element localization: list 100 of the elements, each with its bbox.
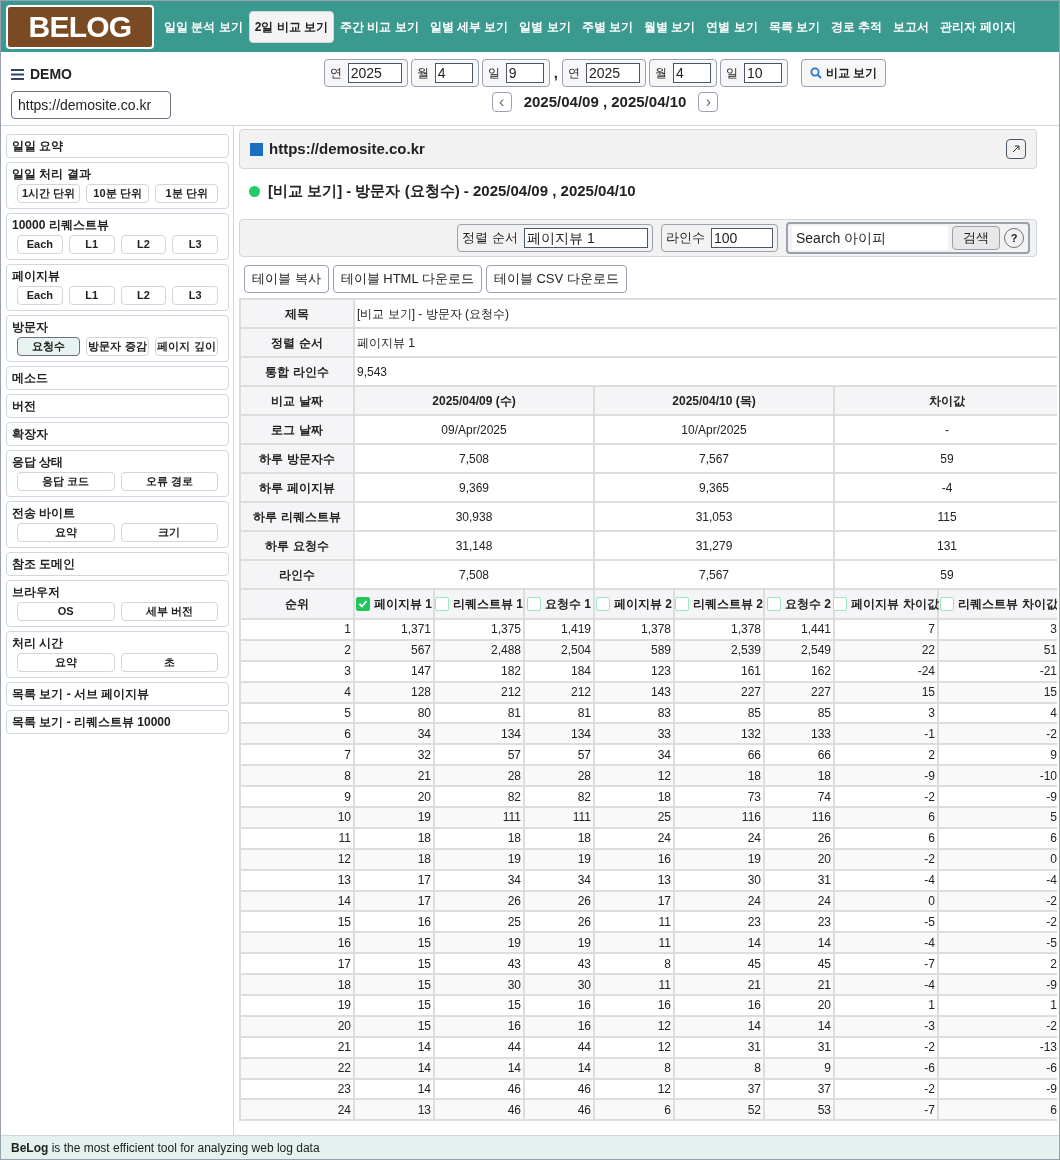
sidebar-button[interactable]: 페이지 깊이	[155, 337, 218, 356]
table-cell: 20	[764, 995, 834, 1016]
table-cell: 143	[594, 681, 674, 703]
column-checkbox[interactable]	[675, 597, 689, 611]
table-cell: 16	[434, 1015, 524, 1037]
row-header: 라인수	[240, 560, 354, 589]
belog-logo[interactable]: BELOG	[6, 4, 154, 49]
sidebar-button[interactable]: Each	[17, 286, 63, 305]
site-menu-label[interactable]: DEMO	[30, 64, 72, 85]
sidebar-button[interactable]: 세부 버전	[120, 602, 218, 621]
column-header: 요청수 2	[785, 596, 831, 613]
sidebar-section-title[interactable]: 10000 리퀘스트뷰	[12, 217, 223, 233]
table-cell: 9,369	[354, 473, 594, 502]
sidebar-section-title[interactable]: 일일 요약	[12, 138, 223, 154]
table-cell: 16	[524, 1015, 594, 1037]
lines-label: 라인수	[666, 229, 705, 248]
table-cell: 128	[354, 681, 434, 703]
table-cell: 589	[594, 639, 674, 661]
sidebar-section-title[interactable]: 페이지뷰	[12, 268, 223, 284]
sidebar-button[interactable]: 오류 경로	[120, 472, 218, 491]
compare-button[interactable]: 비교 보기	[800, 59, 887, 87]
table-cell: 21	[240, 1036, 354, 1058]
column-header: 페이지뷰 1	[374, 596, 432, 613]
date-field[interactable]: 9	[505, 63, 544, 83]
column-checkbox[interactable]	[527, 597, 541, 611]
sidebar-section-title[interactable]: 버전	[12, 398, 223, 414]
sidebar-button[interactable]: 방문자 증감	[86, 337, 149, 356]
sidebar-section-title[interactable]: 메소드	[12, 370, 223, 386]
table-cell: 1,419	[524, 619, 594, 640]
column-checkbox[interactable]	[833, 597, 848, 611]
sidebar-button[interactable]: 초	[120, 653, 218, 672]
table-cell: 31,148	[354, 531, 594, 560]
date-field[interactable]: 2025	[585, 63, 640, 83]
sidebar-button[interactable]: L3	[172, 286, 218, 305]
sidebar-section-title[interactable]: 응답 상태	[12, 454, 223, 470]
search-field[interactable]: Search 아이피	[792, 226, 948, 250]
date-separator: ,	[552, 62, 559, 83]
sidebar-button[interactable]: 요약	[17, 653, 115, 672]
sidebar-button[interactable]: L3	[172, 235, 218, 254]
sidebar-button[interactable]: L2	[120, 286, 167, 305]
table-cell: 20	[764, 848, 834, 870]
column-checkbox[interactable]	[356, 597, 370, 611]
sidebar-button[interactable]: L2	[120, 235, 167, 254]
table-cell: 31	[764, 1036, 834, 1058]
site-field[interactable]: https://demosite.co.kr	[11, 91, 171, 119]
sort-field[interactable]: 페이지뷰 1	[524, 228, 648, 248]
row-header: 통합 라인수	[240, 357, 354, 386]
sidebar-button[interactable]: 10분 단위	[86, 184, 149, 203]
table-cell: 16	[674, 995, 764, 1016]
sidebar-section-title[interactable]: 참조 도메인	[12, 556, 223, 572]
sidebar-section-title[interactable]: 목록 보기 - 서브 페이지뷰	[12, 686, 223, 702]
sidebar-section-title[interactable]: 브라우저	[12, 584, 223, 600]
date-field[interactable]: 2025	[347, 63, 402, 83]
table-action-button[interactable]: 테이블 HTML 다운로드	[332, 265, 482, 293]
column-checkbox[interactable]	[596, 597, 610, 611]
sidebar-button[interactable]: 1분 단위	[155, 184, 218, 203]
lines-field[interactable]: 100	[711, 228, 773, 248]
date-label: 일	[725, 65, 738, 82]
external-link-button[interactable]	[1006, 139, 1026, 159]
column-checkbox[interactable]	[767, 597, 781, 611]
sidebar-section-title[interactable]: 전송 바이트	[12, 505, 223, 521]
site-header-title: https://demosite.co.kr	[269, 138, 426, 159]
table-cell: 44	[524, 1036, 594, 1058]
sidebar-button[interactable]: OS	[17, 602, 115, 621]
table-action-button[interactable]: 테이블 CSV 다운로드	[485, 265, 627, 293]
menu-icon[interactable]	[11, 69, 24, 80]
table-cell: 1	[834, 995, 938, 1016]
sidebar-button[interactable]: 요약	[17, 523, 115, 542]
table-cell: 10	[240, 807, 354, 828]
next-day-button[interactable]: ›	[698, 92, 719, 113]
table-cell: 2	[240, 639, 354, 661]
table-cell: 14	[434, 1057, 524, 1079]
table-cell: 19	[240, 995, 354, 1016]
sidebar-button[interactable]: L1	[68, 286, 115, 305]
column-checkbox[interactable]	[940, 597, 955, 611]
table-cell: 10/Apr/2025	[594, 415, 834, 444]
nav-tab[interactable]: 2일 비교 보기	[248, 10, 334, 43]
sidebar-button[interactable]: 1시간 단위	[17, 184, 80, 203]
sidebar-button[interactable]: Each	[17, 235, 63, 254]
sidebar-button[interactable]: 응답 코드	[17, 472, 115, 491]
date-field[interactable]: 10	[743, 63, 782, 83]
sidebar-section-title[interactable]: 방문자	[12, 319, 223, 335]
search-button[interactable]: 검색	[952, 226, 1000, 250]
sidebar-section-title[interactable]: 확장자	[12, 426, 223, 442]
column-checkbox[interactable]	[435, 597, 449, 611]
sidebar-button[interactable]: 요청수	[17, 337, 80, 356]
sidebar-button[interactable]: 크기	[120, 523, 218, 542]
table-cell: 2,549	[764, 639, 834, 661]
table-cell: 1,378	[674, 619, 764, 640]
sidebar-section-title[interactable]: 처리 시간	[12, 635, 223, 651]
sidebar-section-title[interactable]: 일일 처리 결과	[12, 166, 223, 182]
table-cell: 13	[594, 869, 674, 891]
table-cell: 25	[594, 807, 674, 828]
table-action-button[interactable]: 테이블 복사	[244, 265, 329, 293]
sidebar-button[interactable]: L1	[68, 235, 115, 254]
previous-day-button[interactable]: ‹	[491, 92, 512, 113]
table-cell: -24	[834, 660, 938, 682]
date-field[interactable]: 4	[672, 63, 711, 83]
sidebar-section-title[interactable]: 목록 보기 - 리퀘스트뷰 10000	[12, 714, 223, 730]
date-field[interactable]: 4	[434, 63, 473, 83]
